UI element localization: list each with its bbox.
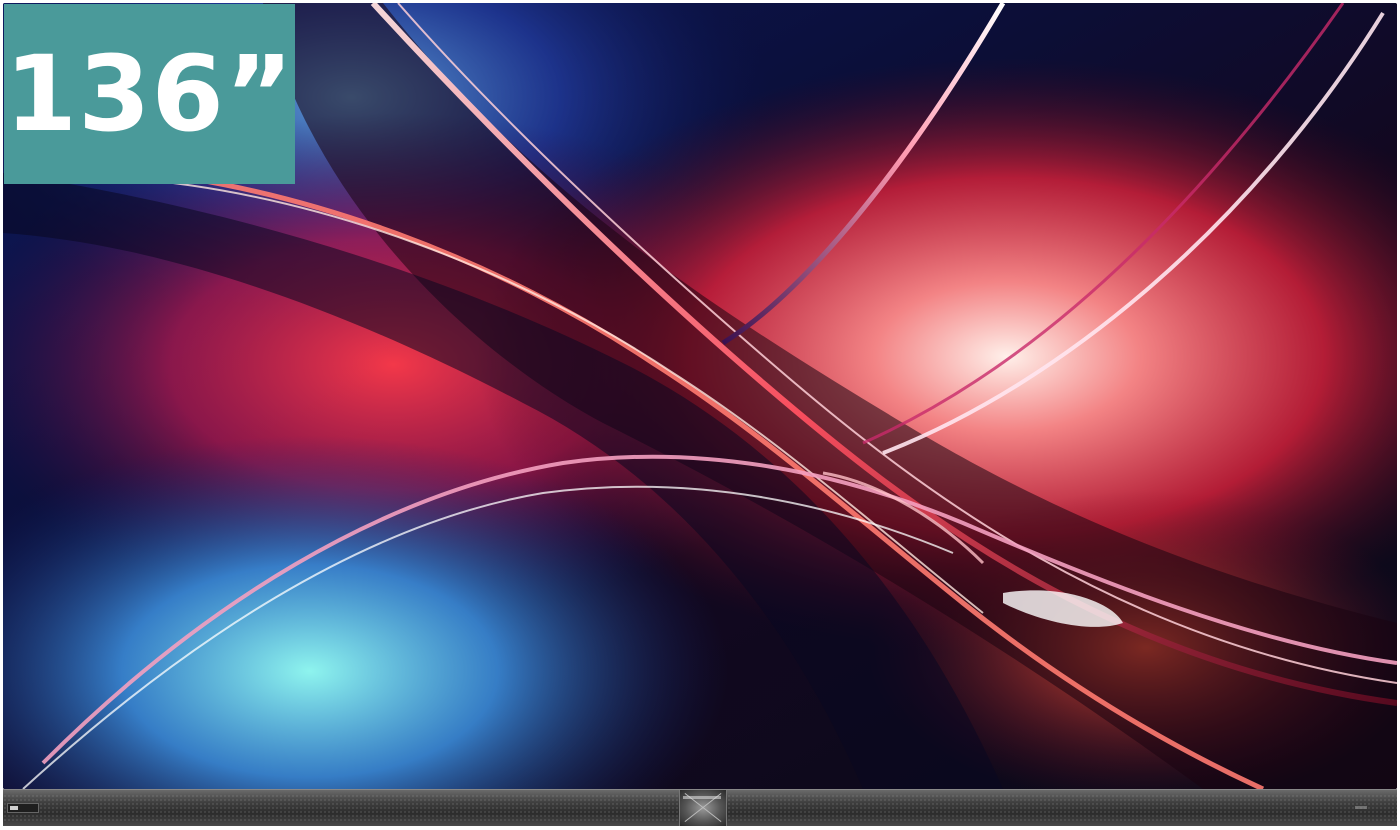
screen-size-label: 136”	[4, 33, 295, 155]
indicator-panel	[7, 803, 39, 813]
screen-size-badge: 136”	[4, 4, 295, 184]
soundbar	[3, 789, 1397, 826]
tv-product-image: 136”	[0, 0, 1400, 830]
brand-logo	[683, 796, 721, 799]
sensor-mark	[1355, 806, 1367, 809]
